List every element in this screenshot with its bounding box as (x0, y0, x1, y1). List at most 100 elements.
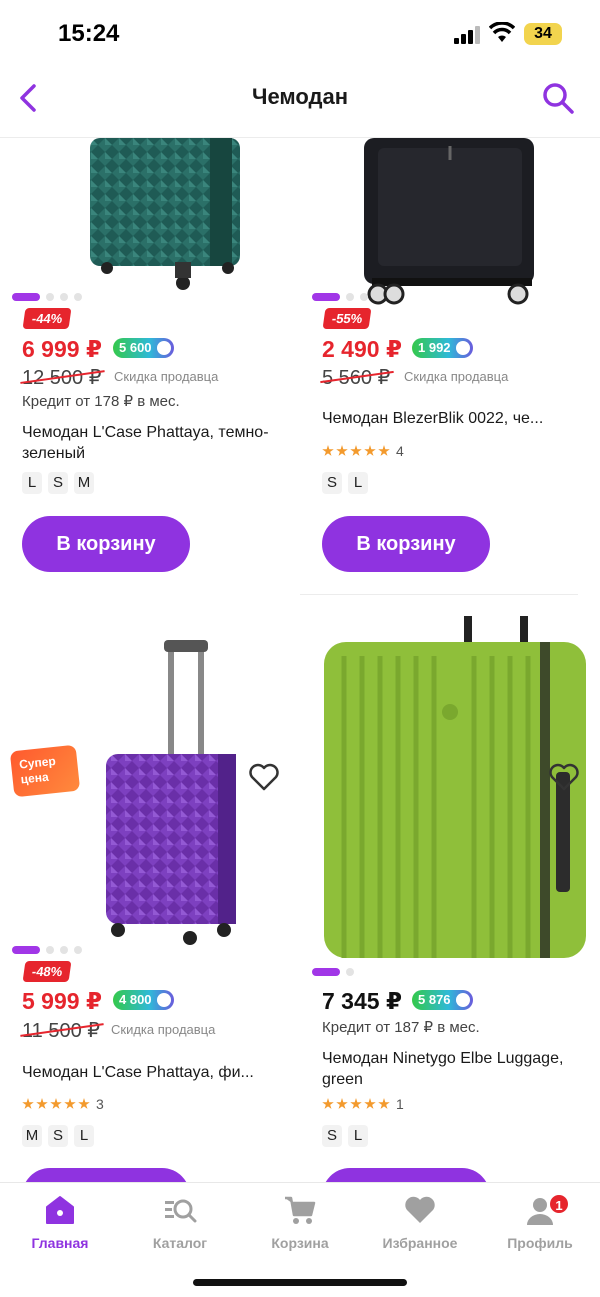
image-pagination-dots (312, 968, 354, 976)
discount-badge: -48% (22, 961, 72, 982)
discount-badge: -44% (22, 308, 72, 329)
rating-count: 3 (96, 1096, 104, 1112)
rating-stars: 1 (322, 1096, 404, 1112)
seller-discount-label: Скидка продавца (114, 369, 219, 384)
size-chip: L (74, 1125, 94, 1147)
product-image[interactable] (90, 628, 250, 952)
star-icon (50, 1098, 62, 1109)
size-chip: L (22, 472, 42, 494)
nav-label: Избранное (382, 1235, 458, 1251)
size-chip: M (74, 472, 94, 494)
cart-icon (285, 1196, 316, 1224)
rating-stars: 4 (322, 443, 404, 459)
size-list: S L (322, 472, 368, 494)
product-card[interactable]: -44% 6 999 ₽ 5 600 12 500 ₽ Скидка прода… (0, 138, 290, 588)
notification-badge: 1 (548, 1193, 570, 1215)
product-image[interactable] (360, 138, 540, 306)
rating-count: 1 (396, 1096, 404, 1112)
star-icon (378, 1098, 390, 1109)
product-price: 5 999 ₽ (22, 988, 102, 1014)
favorite-heart-icon[interactable] (248, 762, 280, 792)
home-indicator (193, 1279, 407, 1286)
status-time: 15:24 (58, 20, 120, 47)
top-app-bar: Чемодан (0, 70, 600, 138)
size-chip: S (322, 472, 342, 494)
size-chip: L (348, 472, 368, 494)
size-chip: S (322, 1125, 342, 1147)
size-chip: L (348, 1125, 368, 1147)
star-icon (22, 1098, 34, 1109)
star-icon (350, 445, 362, 456)
product-title[interactable]: Чемодан Ninetygo Elbe Luggage, green (322, 1048, 584, 1090)
star-icon (336, 445, 348, 456)
cellular-signal-icon (454, 26, 482, 44)
catalog-search-icon (165, 1199, 197, 1223)
old-price: 12 500 ₽ (20, 365, 106, 390)
add-to-cart-button[interactable]: В корзину (22, 516, 190, 572)
product-image[interactable] (324, 616, 586, 958)
bonus-points-badge: 5 600 (113, 338, 174, 358)
credit-info: Кредит от 178 ₽ в мес. (22, 393, 180, 410)
bottom-navigation: Главная Каталог Корзина Избранное 1 Проф… (0, 1182, 600, 1297)
seller-discount-label: Скидка продавца (111, 1022, 216, 1037)
size-chip: S (48, 1125, 68, 1147)
star-icon (364, 1098, 376, 1109)
nav-item-home[interactable]: Главная (0, 1193, 120, 1251)
star-icon (378, 445, 390, 456)
nav-label: Каталог (152, 1235, 208, 1251)
add-to-cart-button[interactable]: В корзину (322, 516, 490, 572)
discount-badge: -55% (322, 308, 372, 329)
image-pagination-dots (12, 946, 82, 954)
star-icon (336, 1098, 348, 1109)
search-icon[interactable] (540, 80, 576, 116)
nav-item-catalog[interactable]: Каталог (120, 1193, 240, 1251)
nav-item-profile[interactable]: 1 Профиль (480, 1193, 600, 1251)
add-to-cart-button[interactable] (22, 1168, 190, 1182)
star-icon (322, 1098, 334, 1109)
image-pagination-dots (12, 293, 82, 301)
star-icon (78, 1098, 90, 1109)
nav-label: Профиль (507, 1235, 573, 1251)
bonus-points-badge: 5 876 (412, 990, 473, 1010)
size-list: M S L (22, 1125, 94, 1147)
super-price-badge: Супер цена (9, 744, 81, 798)
star-icon (350, 1098, 362, 1109)
seller-discount-label: Скидка продавца (404, 369, 509, 384)
bonus-points-badge: 1 992 (412, 338, 473, 358)
product-feed: -44% 6 999 ₽ 5 600 12 500 ₽ Скидка прода… (0, 138, 600, 1182)
rating-stars: 3 (22, 1096, 104, 1112)
old-price: 5 560 ₽ (320, 365, 395, 390)
credit-info: Кредит от 187 ₽ в мес. (322, 1019, 480, 1036)
star-icon (322, 445, 334, 456)
star-icon (64, 1098, 76, 1109)
nav-label: Главная (31, 1235, 89, 1251)
status-bar: 15:24 34 (0, 0, 600, 70)
nav-item-cart[interactable]: Корзина (240, 1193, 360, 1251)
size-list: S L (322, 1125, 368, 1147)
product-title[interactable]: Чемодан L'Case Phattaya, фи... (22, 1062, 284, 1083)
product-price: 6 999 ₽ (22, 336, 102, 362)
rating-count: 4 (396, 443, 404, 459)
add-to-cart-button[interactable] (322, 1168, 490, 1182)
nav-item-favorites[interactable]: Избранное (360, 1193, 480, 1251)
old-price: 11 500 ₽ (20, 1018, 104, 1043)
product-card[interactable]: -55% 2 490 ₽ 1 992 5 560 ₽ Скидка продав… (300, 138, 590, 588)
wifi-icon (489, 22, 515, 42)
product-title[interactable]: Чемодан L'Case Phattaya, темно-зеленый (22, 422, 284, 464)
heart-icon (405, 1196, 435, 1223)
size-chip: S (48, 472, 68, 494)
product-title[interactable]: Чемодан BlezerBlik 0022, че... (322, 408, 584, 429)
product-price: 2 490 ₽ (322, 336, 402, 362)
product-card[interactable]: Супер цена -48% 5 999 ₽ 4 800 11 500 ₽ С… (0, 598, 290, 1182)
bonus-points-badge: 4 800 (113, 990, 174, 1010)
page-title: Чемодан (251, 84, 349, 109)
nav-label: Корзина (271, 1235, 329, 1251)
image-pagination-dots (312, 293, 368, 301)
product-price: 7 345 ₽ (322, 988, 402, 1014)
favorite-heart-icon[interactable] (548, 762, 580, 792)
home-icon (46, 1196, 74, 1224)
product-card[interactable]: 7 345 ₽ 5 876 Кредит от 187 ₽ в мес. Чем… (300, 598, 590, 1182)
product-image[interactable] (70, 138, 250, 298)
size-chip: M (22, 1125, 42, 1147)
size-list: L S M (22, 472, 94, 494)
